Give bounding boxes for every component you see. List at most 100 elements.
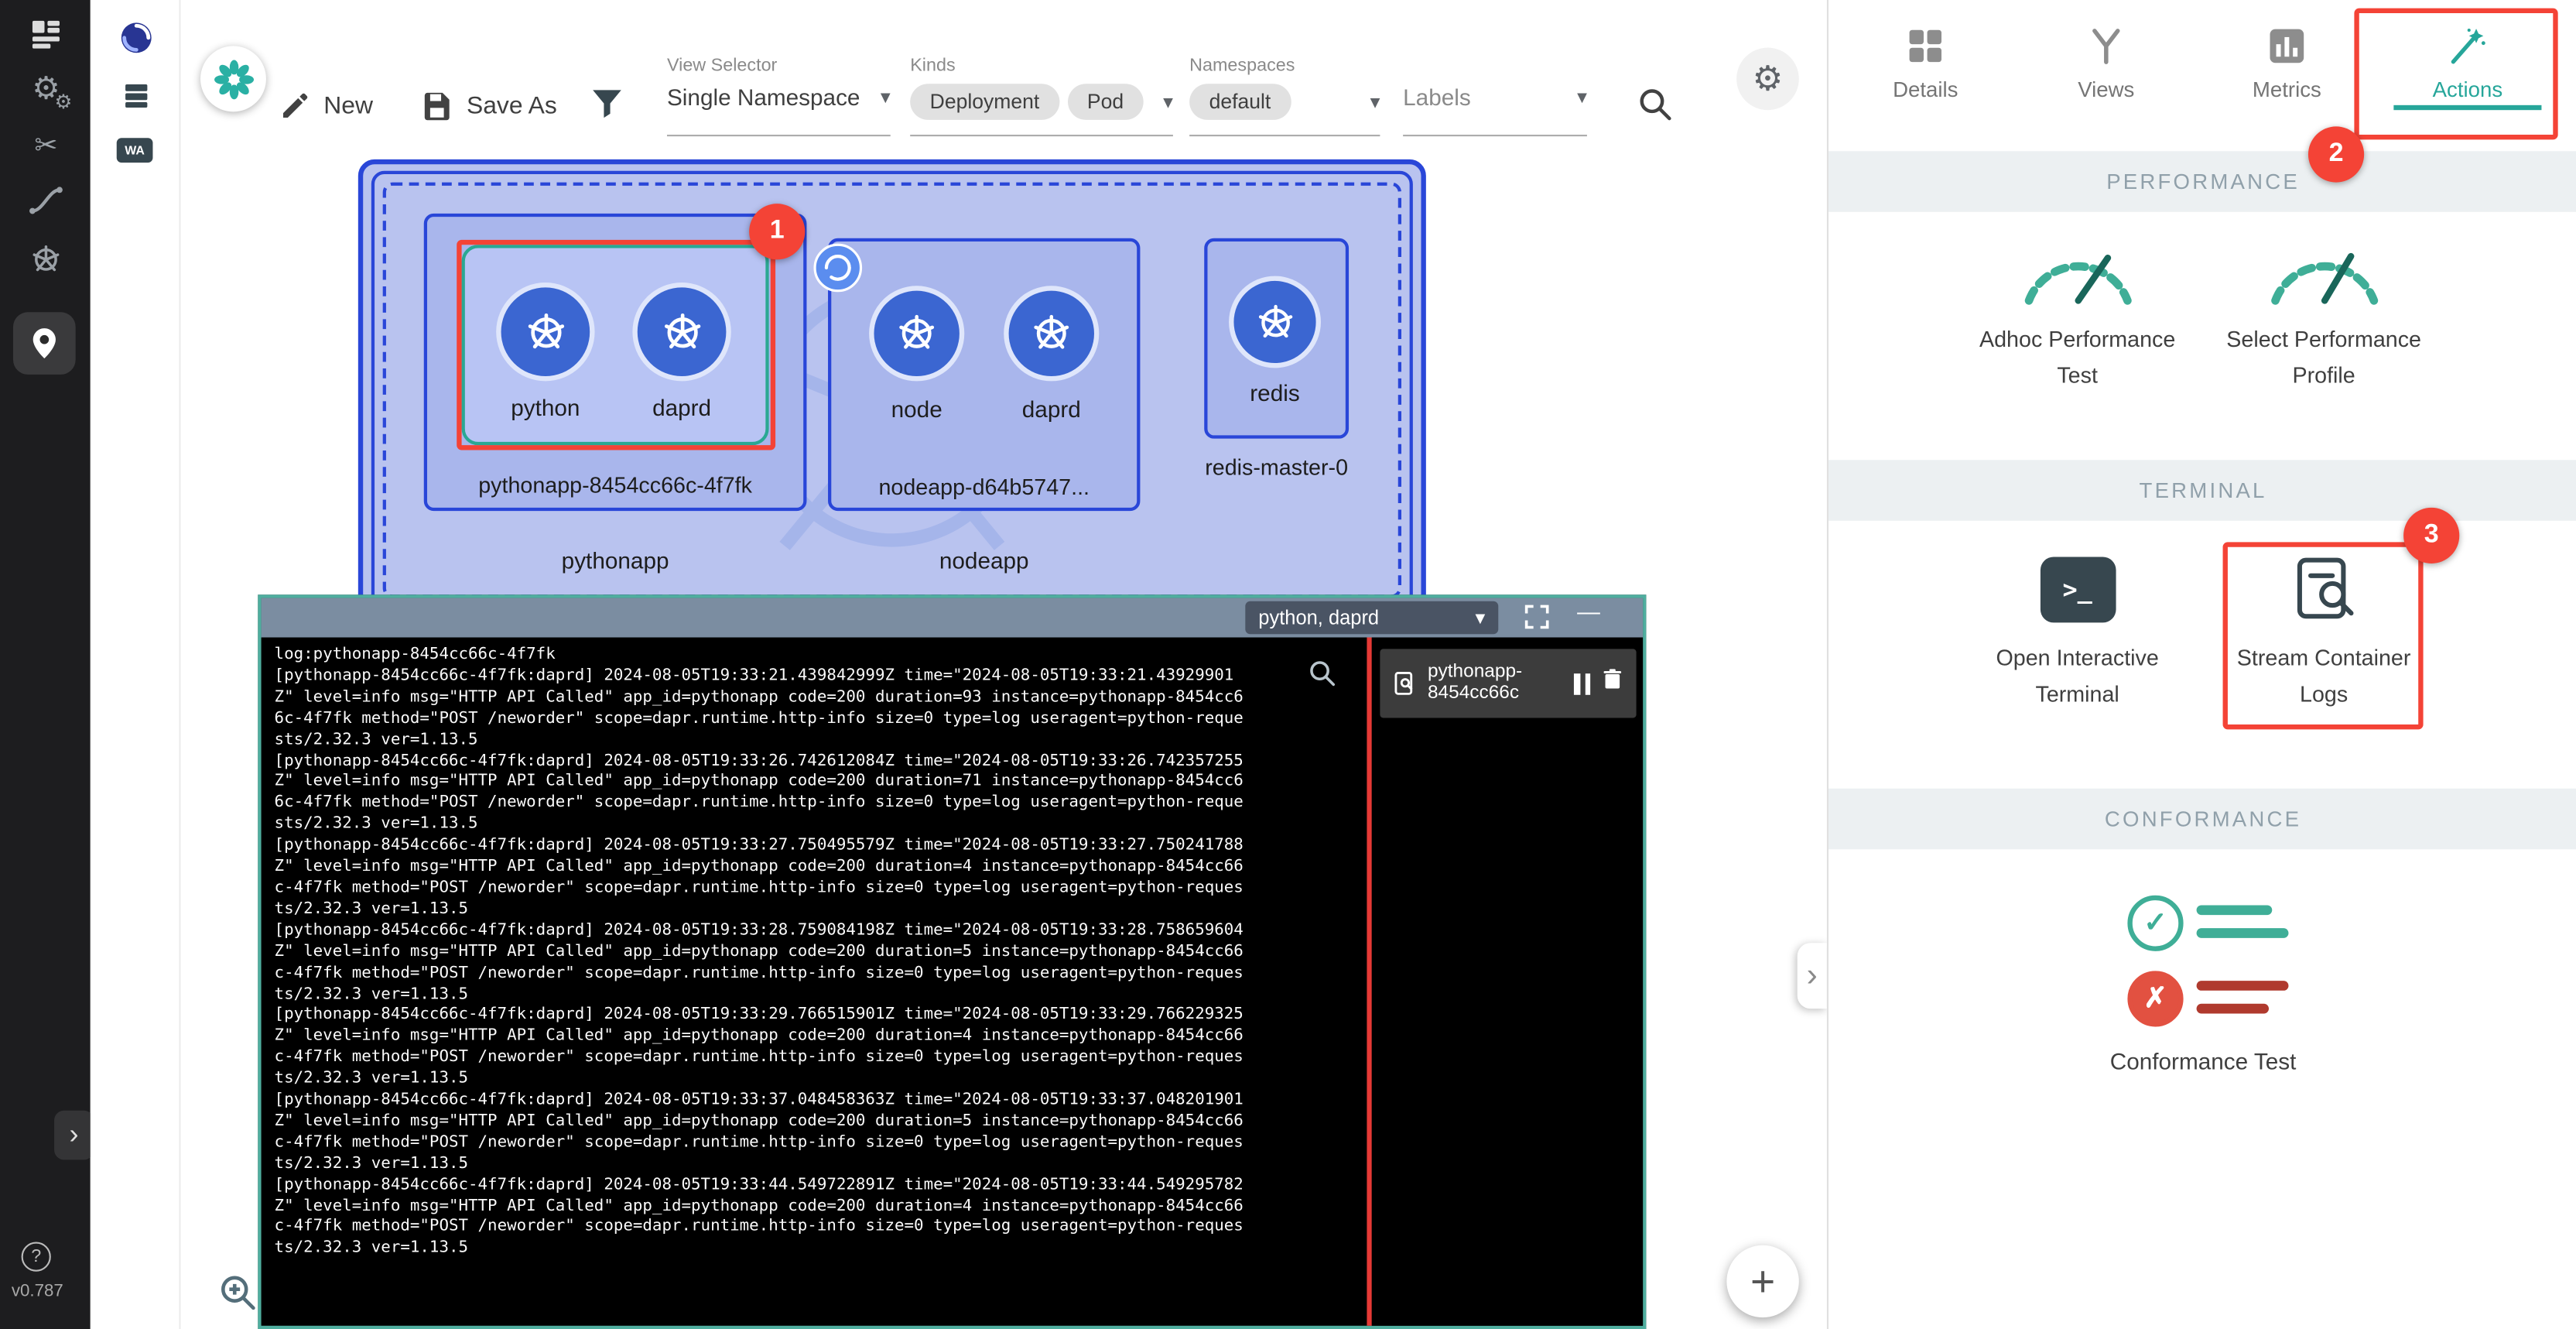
sidebar-item-location-active[interactable] [13,312,76,375]
tab-actions[interactable]: Actions [2377,0,2558,145]
app-rail: WA [91,0,181,1329]
check-circle-icon: ✓ [2127,896,2183,951]
labels-filter[interactable]: ▾ [1403,56,1587,136]
settings-button[interactable]: ⚙ [1736,48,1799,111]
canvas-area: New Save As View Selector Single Namespa… [181,0,1827,1329]
action-conformance-test[interactable]: Conformance Test [1829,1048,2576,1074]
sidebar-expand-button[interactable]: › [54,1111,94,1160]
chevron-down-icon: ▾ [1370,91,1380,114]
container-node-daprd-python[interactable] [638,287,727,376]
wa-badge-label: WA [125,143,145,158]
kinds-dropdown[interactable]: Kinds Deployment Pod ▾ [910,56,1173,136]
log-streams-panel: pythonapp- 8454cc66c [1372,637,1643,1325]
search-icon [1637,85,1675,123]
right-panel: Details Views Metrics Actions [1827,0,2576,1329]
report-line-teal [2197,928,2289,938]
version-label: v0.787 [12,1281,63,1300]
labels-input[interactable] [1403,84,1545,110]
left-sidebar: ⚙ ⚙ ✂ › ? v0.787 [0,0,91,1329]
view-selector-value: Single Namespace [667,84,860,110]
log-entry: [pythonapp-8454cc66c-4f7fk:daprd] 2024-0… [275,1006,1354,1091]
tab-metrics[interactable]: Metrics [2197,0,2378,145]
action-select-performance-profile[interactable]: Select Performance Profile [2197,230,2451,394]
annotation-marker-3: 3 [2403,508,2459,563]
pencil-icon [279,90,310,121]
gauge-icon [1950,230,2205,312]
tools-scissors-icon[interactable]: ✂ [28,128,64,165]
tab-details[interactable]: Details [1835,0,2017,145]
view-selector-label: View Selector [667,56,891,75]
gauge-icon [2197,230,2451,312]
gear-icon: ⚙ [1752,58,1783,99]
kind-chip-pod[interactable]: Pod [1067,84,1143,120]
log-entry: [pythonapp-8454cc66c-4f7fk:daprd] 2024-0… [275,921,1354,1006]
metrics-chart-icon [2266,19,2308,72]
tab-label: Metrics [2253,77,2321,102]
view-selector-dropdown[interactable]: View Selector Single Namespace ▾ [667,56,891,136]
pod-box-nodeapp[interactable] [828,238,1140,511]
details-grid-icon [1904,19,1947,72]
save-as-button[interactable]: Save As [421,82,557,128]
action-stream-container-logs[interactable]: Stream Container Logs [2197,549,2451,713]
container-node-daprd-node[interactable] [1009,291,1094,376]
location-pin-icon [26,325,63,361]
pod-name-label: pythonapp-8454cc66c-4f7fk [424,473,807,498]
cluster-wheel-icon[interactable] [26,240,66,279]
stream-logs-icon [2197,549,2451,631]
plus-icon: + [1750,1256,1775,1307]
flower-icon [211,57,255,101]
namespace-chip-default[interactable]: default [1189,84,1291,120]
container-node-redis[interactable] [1233,281,1315,363]
settings-gears-icon[interactable]: ⚙ ⚙ [25,69,67,108]
search-button[interactable] [1637,85,1675,131]
pod-name-label: nodeapp-d64b5747... [828,474,1140,499]
container-label: daprd [970,396,1134,422]
trash-icon[interactable] [1600,667,1625,700]
tab-views[interactable]: Views [2016,0,2197,145]
kinds-label: Kinds [910,56,1173,75]
app-flower-button[interactable] [200,46,266,111]
kubernetes-wheel-icon [656,307,707,358]
stack-archive-icon[interactable] [118,77,155,114]
kind-chip-deployment[interactable]: Deployment [910,84,1059,120]
namespaces-dropdown[interactable]: Namespaces default ▾ [1189,56,1380,136]
kubernetes-wheel-icon [1027,309,1076,358]
log-stream-tab[interactable]: pythonapp- 8454cc66c [1380,649,1636,718]
panel-collapse-handle[interactable]: › [1798,943,1827,1009]
filter-button[interactable] [588,84,626,129]
fullscreen-button[interactable] [1523,603,1551,639]
action-adhoc-performance-test[interactable]: Adhoc Performance Test [1950,230,2205,394]
spinner-logo-icon[interactable] [117,18,156,57]
tab-label: Actions [2433,77,2503,102]
wa-app-badge[interactable]: WA [117,138,153,163]
action-open-interactive-terminal[interactable]: >_ Open Interactive Terminal [1950,549,2205,713]
add-button[interactable]: + [1726,1245,1798,1317]
container-selector-dropdown[interactable]: python, daprd ▾ [1245,601,1498,634]
log-output[interactable]: log:pythonapp-8454cc66c-4f7fk [pythonapp… [262,637,1367,1325]
log-search-icon[interactable] [1306,657,1339,698]
help-button[interactable]: ? [22,1242,51,1272]
pause-icon[interactable] [1574,673,1590,694]
gear-small-icon: ⚙ [55,91,73,114]
container-node-node[interactable] [874,291,959,376]
app-menu-icon[interactable] [26,13,66,53]
container-node-python[interactable] [501,287,590,376]
zoom-button[interactable] [217,1272,259,1323]
container-label: daprd [600,394,764,420]
minimize-button[interactable]: — [1577,598,1600,625]
pipeline-curve-icon[interactable] [26,180,66,220]
section-terminal-header: TERMINAL [1829,460,2576,521]
kubernetes-wheel-icon [892,309,942,358]
action-label-line2: Profile [2197,358,2451,395]
action-label-line1: Open Interactive [1950,641,2205,677]
action-label-line2: Terminal [1950,676,2205,713]
help-icon: ? [31,1247,41,1266]
new-button[interactable]: New [279,82,373,128]
pod-name-label: redis-master-0 [1179,455,1374,480]
chevron-right-icon: › [70,1118,79,1151]
app-root: ⚙ ⚙ ✂ › ? v0.787 WA [0,0,2576,1329]
section-conformance-header: CONFORMANCE [1829,789,2576,850]
log-entry: [pythonapp-8454cc66c-4f7fk:daprd] 2024-0… [275,752,1354,837]
terminal-icon: >_ [2040,557,2116,622]
active-tab-underline [2393,105,2541,110]
